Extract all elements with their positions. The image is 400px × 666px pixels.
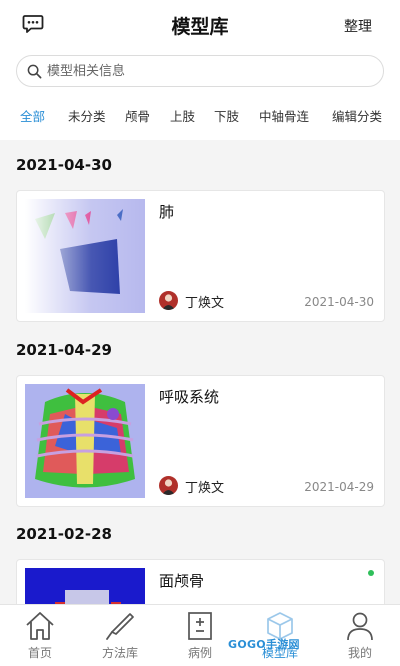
search-input[interactable] [47, 60, 367, 82]
model-card[interactable]: 呼吸系统 丁焕文 2021-04-29 [16, 375, 385, 507]
nav-home[interactable]: 首页 [0, 605, 80, 666]
tab-axial-joints[interactable]: 中轴骨连 [259, 106, 309, 125]
page-title: 模型库 [171, 16, 229, 38]
model-thumbnail [25, 199, 145, 313]
nav-label: 首页 [27, 646, 52, 660]
nav-label: 我的 [347, 646, 372, 660]
model-thumbnail [25, 384, 145, 498]
header: 模型库 整理 [0, 0, 400, 48]
bottom-navigation: 首页 方法库 病例 模型库 我的 [0, 604, 400, 666]
model-date: 2021-04-30 [304, 295, 374, 309]
author-name: 丁焕文 [185, 481, 225, 496]
group-date: 2021-04-29 [16, 341, 112, 359]
model-date: 2021-04-29 [304, 480, 374, 494]
search-bar[interactable] [16, 55, 384, 87]
model-title: 肺 [159, 203, 175, 221]
tab-all[interactable]: 全部 [20, 106, 45, 125]
user-icon [347, 612, 373, 641]
model-card[interactable]: 肺 丁焕文 2021-04-30 [16, 190, 385, 322]
avatar [159, 291, 178, 310]
organize-button[interactable]: 整理 [344, 16, 372, 36]
model-thumbnail [25, 568, 145, 604]
model-card[interactable]: 面颅骨 [16, 559, 385, 604]
model-title: 面颅骨 [159, 572, 205, 590]
search-icon [27, 64, 42, 79]
watermark: GOGO手游网 [228, 638, 300, 651]
tab-upper-limb[interactable]: 上肢 [170, 106, 195, 125]
tab-lower-limb[interactable]: 下肢 [214, 106, 239, 125]
author-name: 丁焕文 [185, 296, 225, 311]
category-tabs: 全部 未分类 颅骨 上肢 下肢 中轴骨连 编辑分类 [0, 106, 400, 128]
scalpel-icon [106, 613, 134, 640]
tab-edit-categories[interactable]: 编辑分类 [332, 106, 382, 125]
nav-label: 方法库 [101, 646, 138, 660]
tab-skull[interactable]: 颅骨 [125, 106, 150, 125]
group-date: 2021-04-30 [16, 156, 112, 174]
model-list: 2021-04-30 肺 丁焕文 2021-04-30 2021-04-29 呼… [0, 140, 400, 604]
top-area: 模型库 整理 全部 未分类 颅骨 上肢 下肢 中轴骨连 编辑分类 [0, 0, 400, 140]
group-date: 2021-02-28 [16, 525, 112, 543]
nav-methods[interactable]: 方法库 [80, 605, 160, 666]
avatar [159, 476, 178, 495]
nav-profile[interactable]: 我的 [320, 605, 400, 666]
tab-uncategorized[interactable]: 未分类 [68, 106, 106, 125]
status-dot [368, 570, 374, 576]
model-title: 呼吸系统 [159, 388, 220, 406]
case-icon [188, 612, 212, 640]
home-icon [26, 612, 54, 640]
